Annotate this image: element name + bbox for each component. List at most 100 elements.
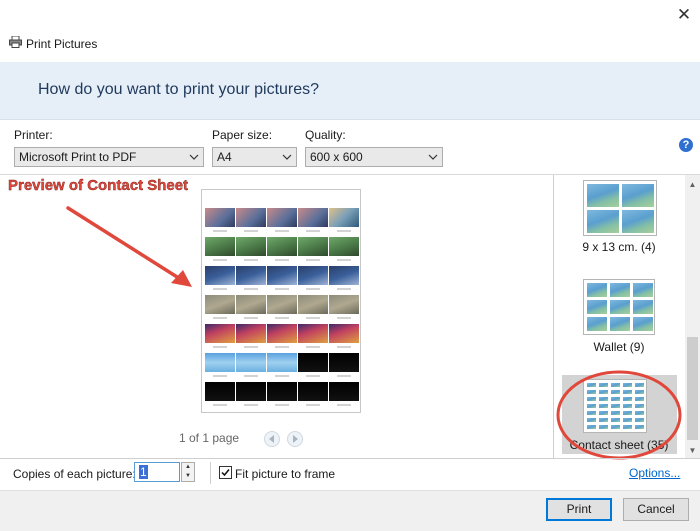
next-page-button[interactable]: [287, 431, 303, 447]
fit-to-frame-checkbox[interactable]: [219, 466, 232, 479]
thumbnail-caption: [337, 230, 351, 232]
paper-size-label: Paper size:: [212, 128, 273, 142]
thumbnail-caption: [244, 346, 258, 348]
wallet-mini-thumbnail: [586, 316, 608, 332]
stepper-up-icon[interactable]: ▲: [182, 463, 194, 472]
contact-thumbnail: [205, 353, 235, 372]
window-title: Print Pictures: [26, 37, 98, 51]
thumbnail-caption: [306, 230, 320, 232]
printer-icon: [9, 36, 22, 48]
scroll-up-icon[interactable]: ▲: [685, 177, 700, 192]
help-icon[interactable]: ?: [679, 138, 693, 152]
contact-sheet-preview: [201, 189, 361, 413]
contact-thumbnail: [267, 237, 297, 256]
stepper-down-icon[interactable]: ▼: [182, 472, 194, 481]
left-arrow-icon: [269, 435, 274, 443]
contact-thumbnail: [236, 266, 266, 285]
scroll-down-icon[interactable]: ▼: [685, 443, 700, 458]
thumbnail-caption: [244, 375, 258, 377]
wallet-mini-thumbnail: [586, 299, 608, 315]
divider: [210, 462, 211, 484]
wallet-mini-thumbnail: [632, 299, 654, 315]
contact-thumbnail: [329, 208, 359, 227]
scrollbar-thumb[interactable]: [687, 337, 698, 440]
contact-thumbnail: [267, 208, 297, 227]
thumbnail-caption: [275, 259, 289, 261]
divider: [0, 458, 700, 459]
thumbnail-caption: [275, 288, 289, 290]
wallet-mini-thumbnail: [632, 282, 654, 298]
printer-select[interactable]: Microsoft Print to PDF: [14, 147, 204, 167]
layout-label: Wallet (9): [593, 340, 645, 354]
thumbnail-caption: [213, 317, 227, 319]
thumbnail-caption: [213, 346, 227, 348]
contact-thumbnail: [267, 382, 297, 401]
thumbnail-caption: [275, 404, 289, 406]
layout-item-9x13[interactable]: 9 x 13 cm. (4): [554, 180, 684, 260]
contact-thumbnail: [298, 266, 328, 285]
print-button[interactable]: Print: [546, 498, 612, 521]
contact-thumbnail: [267, 266, 297, 285]
contact-thumbnail: [236, 324, 266, 343]
contact-thumbnail: [267, 295, 297, 314]
copies-stepper[interactable]: ▲ ▼: [181, 462, 195, 482]
contact-thumbnail: [329, 266, 359, 285]
contact-thumbnail: [205, 382, 235, 401]
contact-thumbnail: [205, 266, 235, 285]
contact-thumbnail: [329, 382, 359, 401]
thumbnail-caption: [213, 259, 227, 261]
paper-size-select[interactable]: A4: [212, 147, 297, 167]
thumbnail-caption: [244, 404, 258, 406]
layout-thumbnail: [583, 279, 655, 335]
chevron-down-icon: [282, 154, 292, 160]
thumbnail-caption: [244, 288, 258, 290]
printer-label: Printer:: [14, 128, 53, 142]
thumbnail-caption: [275, 317, 289, 319]
wallet-mini-thumbnail: [609, 316, 631, 332]
contact-thumbnail: [205, 324, 235, 343]
thumbnail-caption: [275, 230, 289, 232]
thumbnail-caption: [337, 259, 351, 261]
layout-item-wallet[interactable]: Wallet (9): [554, 279, 684, 359]
copies-input[interactable]: 1: [134, 462, 180, 482]
thumbnail-caption: [213, 230, 227, 232]
wallet-mini-thumbnail: [586, 282, 608, 298]
contact-thumbnail: [236, 208, 266, 227]
quality-select[interactable]: 600 x 600: [305, 147, 443, 167]
thumbnail-caption: [275, 375, 289, 377]
thumbnail-caption: [337, 346, 351, 348]
cancel-button[interactable]: Cancel: [623, 498, 689, 521]
prev-page-button[interactable]: [264, 431, 280, 447]
wallet-mini-thumbnail: [609, 299, 631, 315]
thumbnail-caption: [306, 317, 320, 319]
layout-thumbnail: [583, 180, 657, 236]
thumbnail-caption: [244, 259, 258, 261]
thumbnail-caption: [244, 317, 258, 319]
contact-thumbnail: [298, 353, 328, 372]
wallet-mini-thumbnail: [609, 282, 631, 298]
options-link[interactable]: Options...: [629, 466, 680, 480]
fit-to-frame-label[interactable]: Fit picture to frame: [235, 467, 335, 481]
thumbnail-caption: [213, 288, 227, 290]
contact-thumbnail: [329, 237, 359, 256]
paper-size-select-value: A4: [217, 150, 232, 164]
contact-thumbnail: [329, 324, 359, 343]
contact-thumbnail: [205, 208, 235, 227]
close-button[interactable]: ✕: [672, 4, 696, 26]
thumbnail-caption: [306, 259, 320, 261]
chevron-down-icon: [428, 154, 438, 160]
contact-thumbnail: [205, 295, 235, 314]
thumbnail-caption: [213, 404, 227, 406]
quality-label: Quality:: [305, 128, 346, 142]
title-bar: [0, 0, 700, 62]
right-arrow-icon: [293, 435, 298, 443]
thumbnail-caption: [337, 404, 351, 406]
copies-label: Copies of each picture:: [13, 467, 136, 481]
contact-thumbnail: [205, 237, 235, 256]
contact-thumbnail: [236, 295, 266, 314]
annotation-label: Preview of Contact Sheet: [8, 177, 189, 194]
wallet-mini-thumbnail: [632, 316, 654, 332]
contact-thumbnail: [236, 353, 266, 372]
contact-thumbnail: [298, 237, 328, 256]
thumbnail-caption: [337, 375, 351, 377]
